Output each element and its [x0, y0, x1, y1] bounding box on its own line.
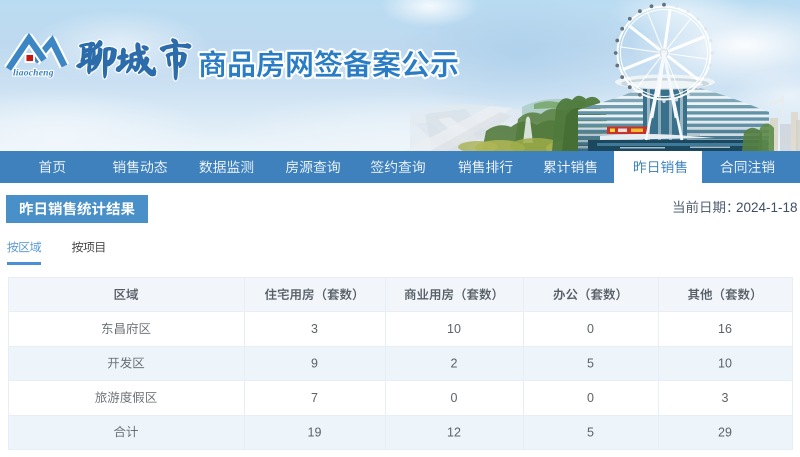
- svg-text:12: 12: [447, 425, 461, 439]
- svg-text:9: 9: [311, 357, 318, 371]
- svg-text:29: 29: [718, 425, 732, 439]
- svg-text:0: 0: [587, 322, 594, 336]
- svg-text:7: 7: [311, 391, 318, 405]
- svg-text:19: 19: [308, 425, 322, 439]
- svg-text:5: 5: [587, 425, 594, 439]
- svg-text:0: 0: [451, 391, 458, 405]
- svg-text:liaocheng: liaocheng: [13, 68, 54, 79]
- svg-text:10: 10: [718, 357, 732, 371]
- svg-text:0: 0: [587, 391, 594, 405]
- svg-text:16: 16: [718, 322, 732, 336]
- svg-text:3: 3: [311, 322, 318, 336]
- svg-text:5: 5: [587, 357, 594, 371]
- svg-text:3: 3: [722, 391, 729, 405]
- svg-text:10: 10: [447, 322, 461, 336]
- svg-text:2024-1-18: 2024-1-18: [736, 200, 798, 215]
- svg-text:2: 2: [451, 357, 458, 371]
